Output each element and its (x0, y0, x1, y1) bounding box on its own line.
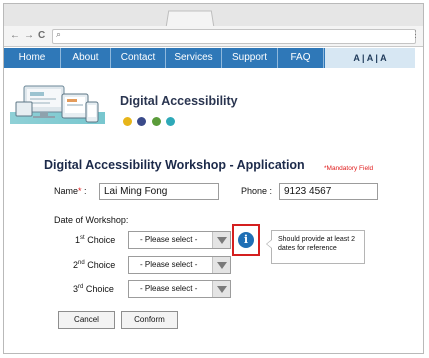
third-choice-select[interactable]: - Please select - (128, 280, 231, 298)
name-label: Name* : (54, 186, 87, 196)
info-tooltip: Should provide at least 2 dates for refe… (266, 230, 365, 264)
second-choice-text: Choice (84, 260, 116, 270)
eye-icon (123, 117, 132, 126)
info-highlight-box: i (232, 224, 260, 256)
chevron-down-icon[interactable] (212, 232, 230, 248)
tab-strip (4, 4, 423, 28)
back-icon[interactable]: ← (10, 28, 20, 44)
third-choice-value: - Please select - (140, 284, 198, 293)
cancel-button[interactable]: Cancel (58, 311, 115, 329)
second-choice-select[interactable]: - Please select - (128, 256, 231, 274)
banner: Digital Accessibility (10, 80, 415, 132)
banner-title: Digital Accessibility (120, 94, 238, 108)
search-icon: ⌕ (56, 29, 62, 39)
second-choice-label: 2nd Choice (73, 260, 115, 270)
second-choice-suffix: nd (78, 260, 85, 266)
devices-illustration-icon (15, 85, 99, 123)
nav-item-about[interactable]: About (61, 48, 111, 68)
nav-item-faq[interactable]: FAQ (278, 48, 324, 68)
first-choice-select[interactable]: - Please select - (128, 231, 231, 249)
nav-item-home[interactable]: Home (4, 48, 61, 68)
nav-item-support[interactable]: Support (222, 48, 278, 68)
menu-icon[interactable]: ⋮ (411, 29, 420, 40)
first-choice-value: - Please select - (140, 235, 198, 244)
first-choice-text: Choice (84, 235, 116, 245)
third-choice-text: Choice (83, 284, 114, 294)
date-of-workshop-label: Date of Workshop: (54, 215, 129, 225)
phone-label: Phone : (241, 186, 273, 196)
chevron-down-icon[interactable] (212, 281, 230, 297)
mandatory-field-note: *Mandatory Field (324, 165, 374, 172)
forward-icon[interactable]: → (24, 28, 34, 44)
form-title: Digital Accessibility Workshop - Applica… (44, 158, 305, 172)
name-label-colon: : (84, 186, 87, 196)
first-choice-label: 1st Choice (75, 235, 115, 245)
reload-icon[interactable]: C (38, 28, 45, 44)
address-bar: ← → C ⌕ ⋮ (4, 26, 423, 47)
browser-tab[interactable] (165, 10, 215, 28)
site-navigation: Home About Contact Services Support FAQ … (4, 48, 415, 68)
url-input[interactable]: ⌕ (52, 29, 416, 44)
accessibility-icons (123, 113, 176, 126)
required-asterisk: * (78, 186, 82, 196)
nav-item-services[interactable]: Services (166, 48, 222, 68)
third-choice-label: 3rd Choice (73, 284, 114, 294)
wheelchair-icon (151, 117, 161, 126)
second-choice-value: - Please select - (140, 260, 198, 269)
info-icon[interactable]: i (238, 232, 254, 248)
conform-button[interactable]: Conform (121, 311, 178, 329)
font-size-switcher[interactable]: A | A | A (325, 48, 415, 68)
phone-field[interactable] (279, 183, 378, 200)
name-label-text: Name (54, 186, 79, 196)
chevron-down-icon[interactable] (212, 257, 230, 273)
nav-item-contact[interactable]: Contact (111, 48, 166, 68)
name-field[interactable] (99, 183, 219, 200)
